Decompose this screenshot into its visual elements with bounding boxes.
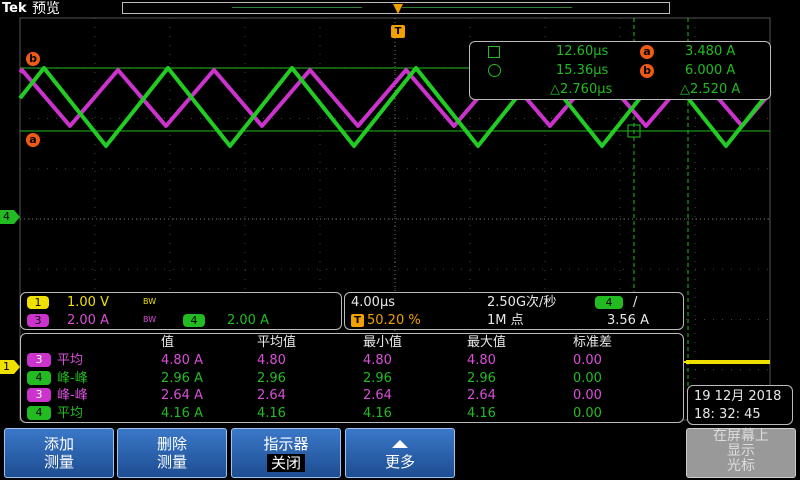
timebase: 4.00µs — [351, 295, 395, 310]
ch4-scale: 2.00 A — [227, 313, 269, 328]
measurement-value: 4.80 A — [161, 353, 203, 368]
show-cursors-on-screen-button[interactable]: 在屏幕上 显示 光标 — [686, 428, 796, 478]
channel-settings-panel[interactable]: 1 1.00 V BW 3 2.00 A BW 4 2.00 A — [20, 292, 342, 330]
measurement-panel[interactable]: 值 平均值 最小值 最大值 标准差 3 平均 4.80 A 4.80 4.80 4.80 0… — [20, 333, 684, 423]
col-header-max: 最大值 — [467, 335, 507, 350]
measurement-name: 平均 — [57, 405, 84, 421]
measurement-channel-badge: 4 — [27, 370, 51, 385]
cursor-readout-panel[interactable]: 12.60µs a 3.480 A 15.36µs b 6.000 A △2.7… — [469, 41, 771, 100]
ch3-bw-limit: BW — [143, 315, 157, 324]
measurement-max: 2.96 — [467, 370, 496, 386]
add-measurement-label-1: 添加 — [43, 435, 74, 453]
measurement-name: 峰-峰 — [57, 388, 88, 403]
measurement-value: 2.96 A — [161, 370, 203, 386]
cursor-a-value: 3.480 A — [685, 44, 736, 59]
cursor-square-icon — [488, 46, 500, 58]
measurement-channel-badge: 3 — [27, 353, 51, 367]
record-length: 1M 点 — [487, 313, 524, 328]
measurement-row[interactable]: 4 峰-峰 2.96 A 2.96 2.96 2.96 0.00 — [21, 370, 681, 387]
measurement-mean: 2.64 — [257, 388, 286, 403]
remove-measurement-label-1: 删除 — [156, 435, 187, 453]
trigger-level: 3.56 A — [607, 313, 649, 328]
date: 19 12月 2018 — [694, 389, 782, 404]
cursor-a-marker[interactable]: a — [26, 133, 40, 147]
cursor-b-marker[interactable]: b — [26, 52, 40, 66]
datetime-panel: 19 12月 2018 18: 32: 45 — [687, 385, 793, 425]
cursor-circle-icon — [488, 64, 501, 77]
sample-rate: 2.50G次/秒 — [487, 295, 557, 310]
time: 18: 32: 45 — [694, 407, 761, 422]
trigger-position: 50.20 % — [367, 313, 421, 328]
measurement-max: 2.64 — [467, 388, 496, 403]
cursor-delta-value: △2.520 A — [680, 82, 741, 97]
measurement-row[interactable]: 3 平均 4.80 A 4.80 4.80 4.80 0.00 — [21, 352, 681, 369]
measurement-min: 2.64 — [363, 388, 392, 403]
indicator-state: 关闭 — [266, 454, 305, 472]
indicator-label: 指示器 — [263, 435, 309, 453]
col-header-mean: 平均值 — [257, 335, 297, 350]
show-cursors-label-1: 在屏幕上 — [713, 428, 769, 444]
trigger-marker[interactable]: T — [391, 25, 405, 38]
add-measurement-label-2: 测量 — [43, 453, 74, 471]
measurement-std: 0.00 — [573, 405, 602, 421]
col-header-std: 标准差 — [573, 335, 613, 350]
measurement-value: 4.16 A — [161, 405, 203, 421]
add-measurement-button[interactable]: 添加 测量 — [4, 428, 114, 478]
more-button[interactable]: 更多 — [345, 428, 455, 478]
show-cursors-label-3: 光标 — [727, 458, 755, 474]
cursor2-time: 15.36µs — [556, 63, 609, 78]
measurement-row[interactable]: 3 峰-峰 2.64 A 2.64 2.64 2.64 0.00 — [21, 387, 681, 404]
indicator-button[interactable]: 指示器 关闭 — [231, 428, 341, 478]
measurement-mean: 4.16 — [257, 405, 286, 421]
measurement-min: 2.96 — [363, 370, 392, 386]
measurement-mean: 2.96 — [257, 370, 286, 386]
cursor-b-value: 6.000 A — [685, 63, 736, 78]
cursor-b-label: b — [640, 64, 654, 78]
measurement-std: 0.00 — [573, 370, 602, 386]
trigger-channel-badge[interactable]: 4 — [595, 296, 623, 309]
ch1-bw-limit: BW — [143, 297, 157, 306]
chevron-up-icon — [346, 435, 454, 453]
cursor1-time: 12.60µs — [556, 44, 609, 59]
trigger-slope-icon: / — [633, 295, 638, 310]
ch1-trace-segment — [686, 360, 770, 364]
measurement-value: 2.64 A — [161, 388, 203, 403]
measurement-std: 0.00 — [573, 388, 602, 403]
col-header-min: 最小值 — [363, 335, 403, 350]
measurement-max: 4.80 — [467, 353, 496, 368]
measurement-min: 4.80 — [363, 353, 392, 368]
horizontal-trigger-panel[interactable]: 4.00µs 2.50G次/秒 4 / T 50.20 % 1M 点 3.56 … — [344, 292, 684, 330]
ch4-badge[interactable]: 4 — [183, 314, 205, 327]
measurement-channel-badge: 3 — [27, 388, 51, 402]
measurement-row[interactable]: 4 平均 4.16 A 4.16 4.16 4.16 0.00 — [21, 405, 681, 422]
cursor-delta-time: △2.760µs — [550, 82, 613, 97]
show-cursors-label-2: 显示 — [727, 443, 755, 459]
ch3-scale: 2.00 A — [67, 313, 109, 328]
trigger-position-icon[interactable] — [390, 2, 406, 18]
ch1-badge[interactable]: 1 — [27, 296, 49, 309]
remove-measurement-label-2: 测量 — [156, 453, 187, 471]
measurement-name: 平均 — [57, 353, 84, 368]
remove-measurement-button[interactable]: 删除 测量 — [117, 428, 227, 478]
measurement-max: 4.16 — [467, 405, 496, 421]
measurement-min: 4.16 — [363, 405, 392, 421]
measurement-header-row: 值 平均值 最小值 最大值 标准差 — [21, 334, 681, 351]
col-header-value: 值 — [161, 335, 175, 350]
ch1-scale: 1.00 V — [67, 295, 109, 310]
measurement-name: 峰-峰 — [57, 370, 88, 386]
ch3-badge[interactable]: 3 — [27, 314, 49, 327]
trigger-position-badge: T — [351, 314, 364, 327]
measurement-std: 0.00 — [573, 353, 602, 368]
measurement-channel-badge: 4 — [27, 405, 51, 420]
cursor-a-label: a — [640, 45, 654, 59]
measurement-mean: 4.80 — [257, 353, 286, 368]
more-label: 更多 — [384, 453, 415, 471]
